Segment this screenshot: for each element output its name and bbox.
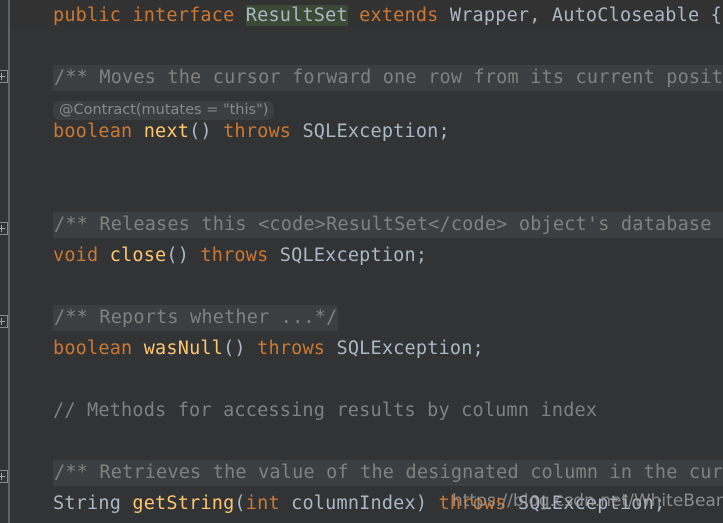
code-token-mth: next <box>143 121 190 142</box>
code-token-punc <box>439 5 450 26</box>
code-token-kw: interface <box>132 5 235 26</box>
code-token-kw: throws <box>223 121 292 142</box>
code-token-punc <box>280 493 291 514</box>
code-line[interactable]: boolean wasNull() throws SQLException; <box>0 333 723 364</box>
fold-plus-icon[interactable] <box>0 315 8 328</box>
code-line[interactable]: /** Retrieves the value of the designate… <box>0 457 723 488</box>
code-token-type: SQLException; <box>302 121 450 142</box>
code-token-folded: /** Retrieves the value of the designate… <box>53 460 723 486</box>
code-line[interactable]: public interface ResultSet extends Wrapp… <box>0 0 723 31</box>
code-content-area[interactable]: public interface ResultSet extends Wrapp… <box>0 0 723 523</box>
code-token-kw: throws <box>257 338 326 359</box>
code-token-type: SQLException; <box>336 338 484 359</box>
code-token-punc <box>291 121 302 142</box>
code-token-punc <box>348 5 359 26</box>
code-token-kw: public <box>53 5 122 26</box>
code-token-punc: () <box>223 338 258 359</box>
code-line[interactable]: String getString(int columnIndex) throws… <box>0 488 723 519</box>
code-token-folded: /** Moves the cursor forward one row fro… <box>53 65 723 91</box>
code-token-type: String <box>53 493 122 514</box>
code-token-hl-class: ResultSet <box>245 5 348 26</box>
code-token-punc <box>268 245 279 266</box>
code-token-punc <box>98 245 109 266</box>
code-token-punc: ) <box>415 493 439 514</box>
code-token-punc: () <box>166 245 201 266</box>
code-token-folded: /** Reports whether ...*/ <box>53 305 339 331</box>
code-line[interactable]: // Methods for accessing results by colu… <box>0 395 723 426</box>
code-token-punc: ( <box>234 493 246 514</box>
code-token-punc: () <box>189 121 224 142</box>
code-token-kw: void <box>53 245 99 266</box>
code-token-punc <box>507 493 518 514</box>
code-line[interactable]: boolean next() throws SQLException; <box>0 116 723 147</box>
code-token-kw: boolean <box>53 121 133 142</box>
code-line[interactable]: /** Reports whether ...*/ <box>0 302 723 333</box>
code-token-punc <box>121 493 132 514</box>
code-token-punc <box>132 338 143 359</box>
code-editor[interactable]: public interface ResultSet extends Wrapp… <box>0 0 723 523</box>
code-token-punc <box>132 121 143 142</box>
code-token-type: columnIndex <box>291 493 416 514</box>
code-token-mth: wasNull <box>143 338 224 359</box>
code-token-kw: boolean <box>53 338 133 359</box>
code-token-punc <box>234 5 245 26</box>
code-token-punc <box>121 5 132 26</box>
code-token-cmt: // Methods for accessing results by colu… <box>53 400 598 421</box>
code-token-type: SQLException; <box>517 493 666 514</box>
code-line[interactable]: void close() throws SQLException; <box>0 240 723 271</box>
code-token-kw: int <box>245 493 280 514</box>
code-line[interactable]: /** Releases this <code>ResultSet</code>… <box>0 209 723 240</box>
fold-plus-icon[interactable] <box>0 222 8 235</box>
code-token-kw: throws <box>200 245 269 266</box>
code-token-folded: /** Releases this <code>ResultSet</code>… <box>53 212 723 238</box>
code-token-type: Wrapper, AutoCloseable { <box>449 5 722 26</box>
code-line[interactable]: /** Moves the cursor forward one row fro… <box>0 62 723 93</box>
code-token-mth: close <box>109 245 167 266</box>
code-token-kw: throws <box>438 493 507 514</box>
fold-plus-icon[interactable] <box>0 70 8 83</box>
code-token-type: SQLException; <box>279 245 428 266</box>
fold-plus-icon[interactable] <box>0 470 8 483</box>
code-token-mth: getString <box>132 493 235 514</box>
gutter-separator <box>8 0 10 523</box>
code-token-punc <box>325 338 336 359</box>
code-token-kw: extends <box>359 5 439 26</box>
